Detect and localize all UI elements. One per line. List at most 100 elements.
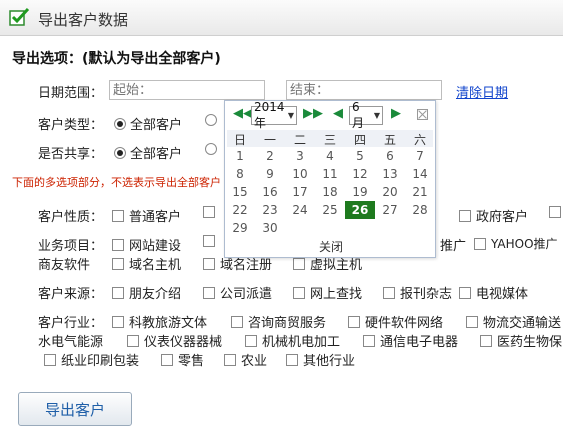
calendar-day[interactable]: 1 (225, 147, 255, 165)
customer-nature-label: 客户性质： (38, 210, 104, 225)
window-title: 导出客户数据 (38, 11, 129, 29)
industry-checkbox-consulting[interactable]: 咨询商贸服务 (231, 312, 326, 331)
calendar-day[interactable]: 17 (285, 183, 315, 201)
industry-checkbox-printing[interactable]: 纸业印刷包装 (44, 350, 139, 369)
radio-unselected-icon (205, 114, 217, 126)
options-heading: 导出选项：(默认为导出全部客户) (12, 51, 221, 67)
calendar-day[interactable]: 21 (405, 183, 435, 201)
weekday-label: 二 (293, 133, 306, 147)
calendar-day[interactable]: 18 (315, 183, 345, 201)
share-label: 是否共享： (38, 147, 104, 162)
calendar-day[interactable]: 9 (255, 165, 285, 183)
calendar-day[interactable]: 5 (345, 147, 375, 165)
source-label: 客户来源： (38, 287, 104, 302)
next-month-icon[interactable]: ▶ (391, 106, 401, 121)
radio-unselected-icon (205, 143, 217, 155)
business-checkbox-promotion[interactable]: 推广 (440, 235, 466, 254)
radio-selected-icon (114, 146, 126, 159)
calendar-day[interactable]: 23 (255, 201, 285, 219)
date-picker-popup: ◀◀ 2014年 ▼ ▶▶ ◀ 6月 ▼ ▶ 日 一 二 三 四 五 六 12345… (224, 100, 436, 258)
business-checkbox-yahoo[interactable]: YAHOO推广 (474, 235, 558, 252)
start-date-input[interactable] (109, 80, 265, 100)
calendar-day[interactable]: 30 (255, 219, 285, 237)
share-all-radio[interactable]: 全部客户 (114, 143, 182, 162)
business-item-software: 商友软件 (38, 258, 91, 273)
month-select[interactable]: 6月 ▼ (349, 100, 383, 130)
source-checkbox-press[interactable]: 报刊杂志 (383, 283, 452, 302)
calendar-day[interactable]: 29 (225, 219, 255, 237)
calendar-day[interactable]: 22 (225, 201, 255, 219)
calendar-day[interactable]: 15 (225, 183, 255, 201)
business-checkbox-website[interactable]: 网站建设 (112, 235, 181, 254)
share-radio-2[interactable] (205, 143, 221, 155)
calendar-day[interactable]: 4 (315, 147, 345, 165)
weekday-label: 日 (233, 133, 246, 147)
title-bar: 导出客户数据 (0, 0, 563, 36)
weekday-label: 三 (323, 133, 336, 147)
nature-checkbox-normal[interactable]: 普通客户 (112, 206, 181, 225)
industry-checkbox-agriculture[interactable]: 农业 (224, 350, 267, 369)
source-checkbox-tv[interactable]: 电视媒体 (459, 283, 528, 302)
chevron-down-icon: ▼ (287, 111, 294, 120)
weekday-label: 五 (383, 133, 396, 147)
calendar-day[interactable]: 27 (375, 201, 405, 219)
industry-checkbox-instruments[interactable]: 仪表仪器器械 (127, 331, 222, 350)
close-icon[interactable] (417, 109, 428, 120)
industry-checkbox-electronics[interactable]: 通信电子电器 (363, 331, 458, 350)
industry-checkbox-it[interactable]: 硬件软件网络 (348, 312, 443, 331)
calendar-day[interactable]: 7 (405, 147, 435, 165)
next-year-icon[interactable]: ▶▶ (303, 106, 323, 121)
customer-type-all-radio[interactable]: 全部客户 (114, 114, 182, 133)
industry-checkbox-retail[interactable]: 零售 (161, 350, 204, 369)
weekday-label: 一 (263, 133, 276, 147)
industry-checkbox-medical[interactable]: 医药生物保 (480, 331, 562, 350)
date-range-label: 日期范围： (38, 86, 104, 101)
radio-selected-icon (114, 117, 126, 130)
calendar-day[interactable]: 28 (405, 201, 435, 219)
checkmark-icon (9, 7, 30, 26)
calendar-day[interactable]: 14 (405, 165, 435, 183)
export-customers-button[interactable]: 导出客户 (18, 392, 132, 426)
calendar-day[interactable]: 12 (345, 165, 375, 183)
calendar-day[interactable]: 16 (255, 183, 285, 201)
calendar-day[interactable]: 13 (375, 165, 405, 183)
calendar-day[interactable]: 11 (315, 165, 345, 183)
calendar-day[interactable]: 20 (375, 183, 405, 201)
calendar-day[interactable]: 8 (225, 165, 255, 183)
business-label: 业务项目： (38, 239, 104, 254)
source-checkbox-company[interactable]: 公司派遣 (203, 283, 272, 302)
industry-label: 客户行业： (38, 316, 104, 331)
clear-date-link[interactable]: 清除日期 (456, 82, 508, 101)
weekday-label: 六 (413, 133, 426, 147)
industry-checkbox-education[interactable]: 科教旅游文体 (112, 312, 207, 331)
calendar-day[interactable]: 3 (285, 147, 315, 165)
industry-checkbox-logistics[interactable]: 物流交通输送 (466, 312, 561, 331)
business-checkbox-hosting[interactable]: 域名主机 (112, 254, 181, 273)
calendar-day[interactable]: 25 (315, 201, 345, 219)
customer-type-radio-2[interactable] (205, 114, 221, 126)
end-date-input[interactable] (286, 80, 442, 100)
calendar-day[interactable]: 2 (255, 147, 285, 165)
business-checkbox-2[interactable] (203, 235, 220, 247)
year-select[interactable]: 2014年 ▼ (251, 100, 297, 130)
calendar-close-button[interactable]: 关闭 (225, 238, 437, 255)
prev-month-icon[interactable]: ◀ (333, 106, 343, 121)
calendar-day[interactable]: 10 (285, 165, 315, 183)
industry-item-energy: 水电气能源 (38, 335, 104, 350)
calendar-day[interactable]: 24 (285, 201, 315, 219)
calendar-day[interactable]: 6 (375, 147, 405, 165)
chevron-down-icon: ▼ (373, 111, 380, 120)
nature-checkbox-2[interactable] (203, 206, 220, 218)
nature-checkbox-government[interactable]: 政府客户 (459, 206, 528, 225)
prev-year-icon[interactable]: ◀◀ (233, 106, 253, 121)
source-checkbox-friend[interactable]: 朋友介绍 (112, 283, 181, 302)
multi-select-note: 下面的多选项部分，不选表示导出全部客户 (12, 176, 221, 189)
nature-checkbox-4[interactable] (549, 206, 563, 218)
industry-checkbox-machinery[interactable]: 机械机电加工 (245, 331, 340, 350)
calendar-day-today[interactable]: 26 (345, 201, 375, 219)
industry-checkbox-other[interactable]: 其他行业 (286, 350, 355, 369)
weekday-label: 四 (353, 133, 366, 147)
customer-type-label: 客户类型： (38, 118, 104, 133)
calendar-day[interactable]: 19 (345, 183, 375, 201)
source-checkbox-online[interactable]: 网上查找 (293, 283, 362, 302)
